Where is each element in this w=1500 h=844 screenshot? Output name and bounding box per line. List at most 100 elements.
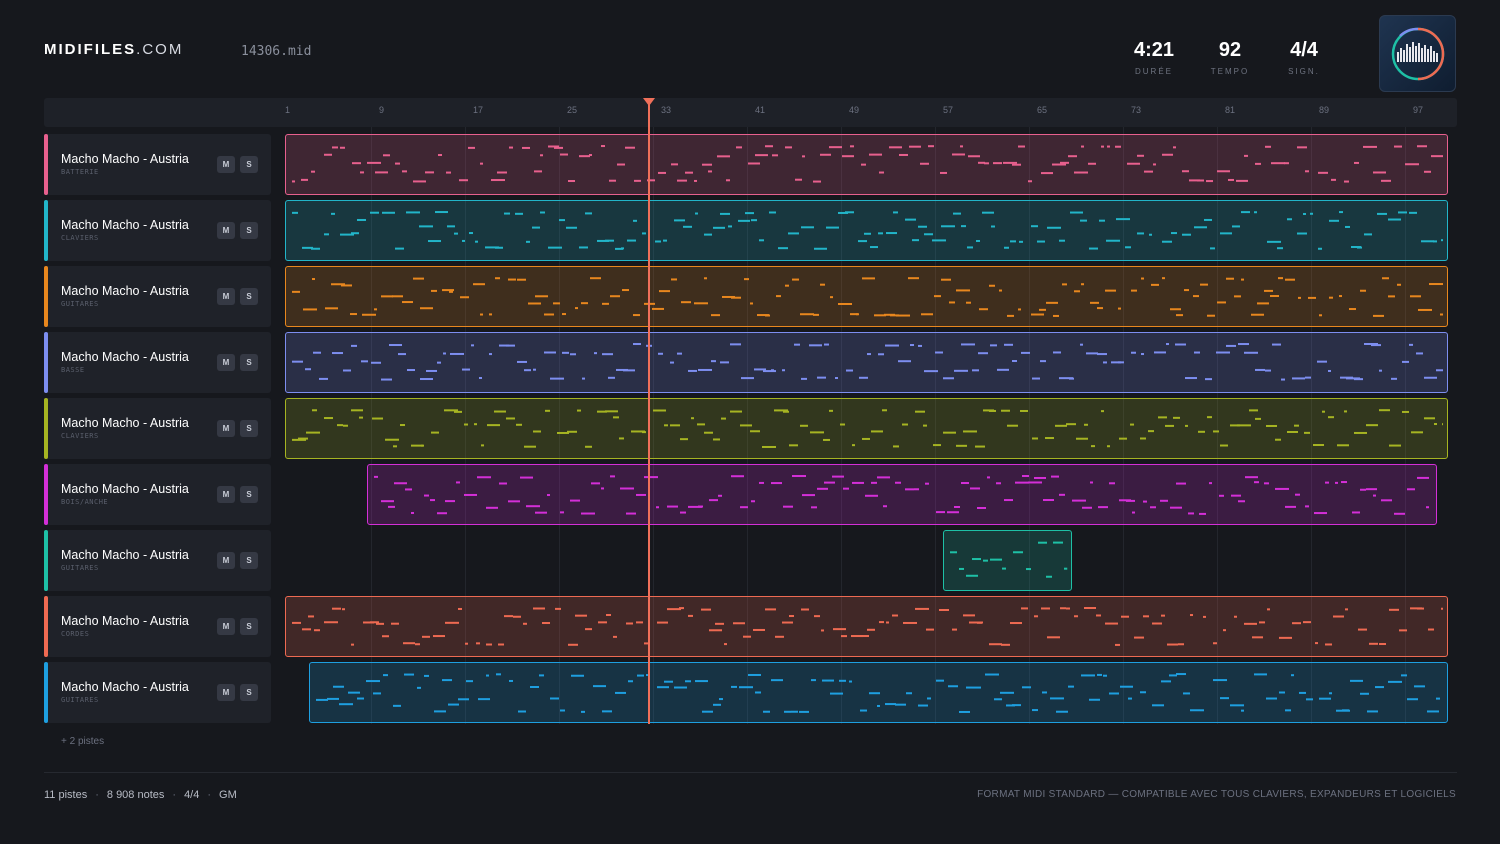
midi-note xyxy=(698,368,712,371)
midi-clip[interactable] xyxy=(308,662,1448,723)
track-header[interactable]: Macho Macho - Austria CLAVIERS M S xyxy=(44,200,271,261)
midi-note xyxy=(935,351,943,354)
midi-clip[interactable] xyxy=(285,596,1448,657)
midi-note xyxy=(381,295,393,298)
solo-button[interactable]: S xyxy=(240,288,258,305)
midi-note xyxy=(976,239,980,242)
midi-note xyxy=(1294,424,1299,427)
track-lane[interactable] xyxy=(278,200,1448,261)
solo-button[interactable]: S xyxy=(240,552,258,569)
mute-button[interactable]: M xyxy=(217,288,235,305)
solo-button[interactable]: S xyxy=(240,618,258,635)
midi-note xyxy=(1305,376,1311,379)
track-header[interactable]: Macho Macho - Austria CORDES M S xyxy=(44,596,271,657)
midi-note xyxy=(753,628,765,631)
mute-button[interactable]: M xyxy=(217,222,235,239)
track-header[interactable]: Macho Macho - Austria BATTERIE M S xyxy=(44,134,271,195)
midi-note xyxy=(978,352,988,355)
midi-note xyxy=(392,295,403,298)
mute-button[interactable]: M xyxy=(217,552,235,569)
track-lane[interactable] xyxy=(278,134,1448,195)
midi-note xyxy=(1134,636,1144,639)
track-header[interactable]: Macho Macho - Austria CLAVIERS M S xyxy=(44,398,271,459)
midi-note xyxy=(704,277,707,280)
more-tracks-link[interactable]: + 2 pistes xyxy=(61,736,104,747)
midi-note xyxy=(741,377,754,380)
midi-note xyxy=(833,628,846,631)
mute-button[interactable]: M xyxy=(217,420,235,437)
mute-button[interactable]: M xyxy=(217,618,235,635)
midi-note xyxy=(1234,295,1241,298)
brand-logo[interactable]: MIDIFILES.COM xyxy=(44,41,183,58)
solo-button[interactable]: S xyxy=(240,222,258,239)
track-lane[interactable] xyxy=(278,464,1448,525)
midi-clip[interactable] xyxy=(285,332,1448,393)
track-lane[interactable] xyxy=(278,596,1448,657)
midi-note xyxy=(905,692,912,695)
track-category: BOIS/ANCHE xyxy=(61,498,109,506)
mute-button[interactable]: M xyxy=(217,684,235,701)
midi-note xyxy=(468,146,475,149)
midi-note xyxy=(712,703,721,706)
midi-note xyxy=(644,476,659,479)
midi-note xyxy=(1182,233,1191,236)
midi-note xyxy=(1040,360,1046,363)
midi-note xyxy=(1231,494,1242,497)
midi-note xyxy=(623,369,635,372)
footer-signature: 4/4 xyxy=(184,789,200,801)
midi-note xyxy=(480,313,483,316)
track-header[interactable]: Macho Macho - Austria GUITARES M S xyxy=(44,530,271,591)
midi-note xyxy=(1217,301,1226,304)
midi-note xyxy=(1217,170,1230,173)
mute-button[interactable]: M xyxy=(217,354,235,371)
midi-note xyxy=(1237,424,1251,427)
track-lane[interactable] xyxy=(278,398,1448,459)
midi-note xyxy=(548,246,562,249)
solo-button[interactable]: S xyxy=(240,420,258,437)
solo-button[interactable]: S xyxy=(240,486,258,503)
track-lane[interactable] xyxy=(278,332,1448,393)
track-lane[interactable] xyxy=(278,266,1448,327)
midi-note xyxy=(740,506,749,509)
midi-note xyxy=(1148,430,1154,433)
stat-tempo: 92 TEMPO xyxy=(1190,38,1270,76)
midi-clip[interactable] xyxy=(367,464,1437,525)
track-lane[interactable] xyxy=(278,530,1448,591)
midi-note xyxy=(517,710,526,713)
midi-note xyxy=(1021,351,1030,354)
midi-note xyxy=(1418,308,1432,311)
track-header[interactable]: Macho Macho - Austria BASSE M S xyxy=(44,332,271,393)
track-header[interactable]: Macho Macho - Austria GUITARES M S xyxy=(44,662,271,723)
solo-button[interactable]: S xyxy=(240,684,258,701)
timeline-ruler[interactable]: 1 9 17 25 33 41 49 57 65 73 81 89 97 xyxy=(44,98,1457,127)
midi-note xyxy=(1308,296,1316,299)
mute-button[interactable]: M xyxy=(217,156,235,173)
playhead[interactable] xyxy=(648,104,651,724)
track-header[interactable]: Macho Macho - Austria GUITARES M S xyxy=(44,266,271,327)
midi-note xyxy=(770,679,783,682)
midi-note xyxy=(529,686,539,689)
midi-clip[interactable] xyxy=(943,530,1073,591)
midi-clip[interactable] xyxy=(285,266,1448,327)
midi-note xyxy=(1373,494,1377,497)
midi-note xyxy=(381,378,392,381)
midi-note xyxy=(1141,277,1144,280)
midi-note xyxy=(462,239,465,242)
midi-note xyxy=(1118,361,1124,364)
mute-button[interactable]: M xyxy=(217,486,235,503)
midi-note xyxy=(465,680,473,683)
midi-note xyxy=(824,343,829,346)
midi-note xyxy=(999,289,1002,292)
midi-clip[interactable] xyxy=(285,200,1448,261)
track-lane[interactable] xyxy=(278,662,1448,723)
midi-note xyxy=(658,352,663,355)
solo-button[interactable]: S xyxy=(240,156,258,173)
track-header[interactable]: Macho Macho - Austria BOIS/ANCHE M S xyxy=(44,464,271,525)
midi-clip[interactable] xyxy=(285,134,1448,195)
midi-note xyxy=(701,710,713,713)
midi-clip[interactable] xyxy=(285,398,1448,459)
midi-note xyxy=(1141,353,1144,356)
midi-note xyxy=(1435,697,1440,700)
midi-note xyxy=(999,691,1014,694)
solo-button[interactable]: S xyxy=(240,354,258,371)
